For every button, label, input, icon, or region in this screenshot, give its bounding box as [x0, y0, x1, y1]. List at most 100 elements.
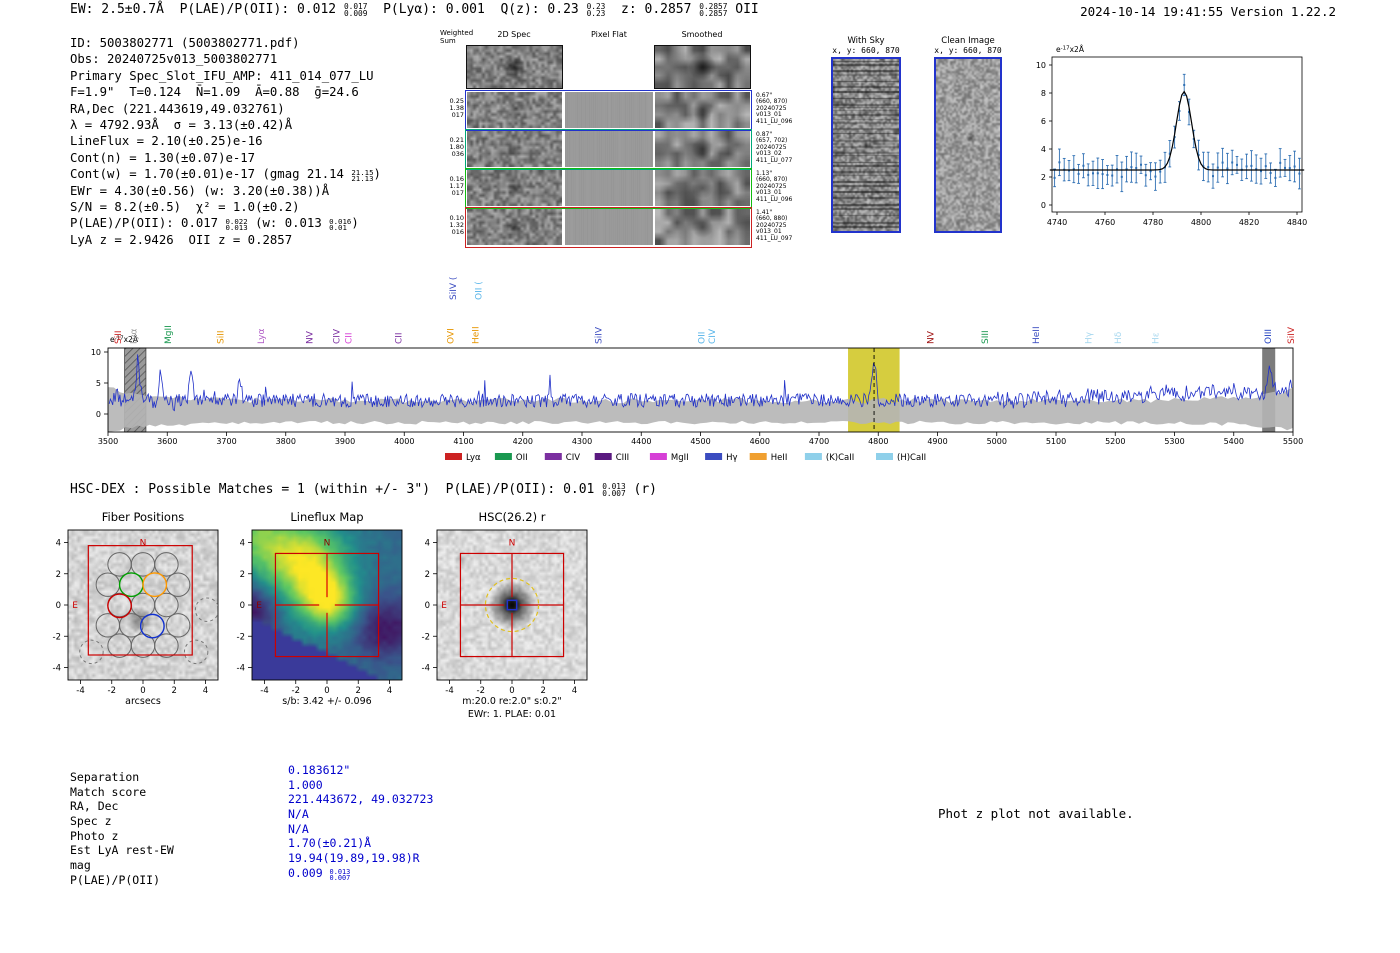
chart-text: -2: [108, 686, 116, 696]
chart-text: 2: [172, 686, 177, 696]
chart-text: CII: [394, 332, 404, 344]
chart-text: NV: [305, 330, 315, 344]
stacked-uncertainty: 0.013 0.007: [602, 482, 626, 498]
hsc-dex-matches-line: HSC-DEX : Possible Matches = 1 (within +…: [70, 482, 657, 498]
spec2d-row-left-labels: 0.16 1.17 017: [449, 175, 464, 197]
spec2d-col-title: 2D Spec: [497, 30, 531, 39]
clean-image-coords: x, y: 660, 870: [934, 46, 1002, 55]
match-row-label: Spec z: [70, 814, 112, 829]
with-sky-image: [831, 57, 901, 233]
chart-text: 5500: [1283, 437, 1303, 446]
spec2d-row-2d: [467, 209, 562, 245]
match-row-label: mag: [70, 858, 91, 873]
chart-text: Lyα: [466, 453, 481, 463]
chart-text: Hγ: [726, 453, 737, 463]
spec2d-col-title: Smoothed: [681, 30, 723, 39]
chart-text: SIII: [981, 330, 991, 344]
text-segment: Cont(n) = 1.30(±0.07)e-17: [70, 150, 256, 165]
text-segment: Obs: 20240725v013_5003802771: [70, 52, 278, 67]
text-segment: 221.443672, 49.032723: [288, 792, 434, 807]
chart-text: 4000: [394, 437, 414, 446]
stacked-uncertainty: 0.23 0.23: [586, 2, 606, 18]
match-row-label: Separation: [70, 770, 140, 784]
info-line: P(LAE)/P(OII): 0.017 0.022 0.013 (w: 0.01…: [70, 215, 381, 231]
chart-text: -4: [53, 664, 61, 674]
stacked-uncertainty: 0.022 0.013: [225, 217, 248, 233]
chart-text: 4600: [750, 437, 770, 446]
chart-text: 2: [56, 570, 61, 580]
info-line: Cont(n) = 1.30(±0.07)e-17: [70, 150, 381, 166]
spec2d-row-smoothed: [655, 209, 750, 245]
text-segment: LyA z = 2.9426 OII z = 0.2857: [70, 232, 293, 247]
chart-text: 4780: [1143, 218, 1163, 227]
text-segment: N/A: [288, 821, 309, 836]
full-spectrum-plot: 0 5 10 3500 3600 3700 3800 3900 4000 4100 4200 4300…: [60, 258, 1350, 470]
match-row-value: 0.009 0.013 0.007: [288, 866, 351, 882]
table-row: P(LAE)/P(OII) 0.009 0.013 0.007: [70, 866, 433, 888]
fiber-positions-panel: Fiber Positions -4 -4 -2 -2 0 0 2 2 4 4 N E arcsecs: [38, 506, 238, 724]
match-row-value: 0.183612": [288, 763, 350, 777]
text-segment: z: 0.2857: [605, 2, 700, 17]
chart-text: -4: [76, 686, 84, 696]
chart-text: E: [256, 601, 262, 611]
hsc-r-cutout-panel: HSC(26.2) r -4 -4 -2 -2 0 0 2 2 4 4 N E m:20.0 re:2…: [407, 506, 607, 724]
chart-text: 0: [240, 601, 245, 611]
chart-text: -2: [422, 632, 430, 642]
chart-text: 5200: [1105, 437, 1125, 446]
chart-text: SiIV: [1287, 326, 1297, 344]
chart-text: SiII: [217, 330, 227, 344]
text-segment: 1.70(±0.21)Å: [288, 836, 372, 851]
chart-text: 4: [425, 539, 430, 549]
text-segment: N/A: [288, 807, 309, 822]
spec2d-row-2d: [467, 92, 562, 128]
stacked-uncertainty: 0.017 0.009: [343, 2, 368, 18]
fiber-positions-overlay: -4 -4 -2 -2 0 0 2 2 4 4 N E: [53, 529, 219, 696]
full-spectrum-chart: 0 5 10 3500 3600 3700 3800 3900 4000 4100 4200 4300…: [91, 277, 1303, 463]
chart-text: HeII: [1032, 326, 1042, 344]
chart-text: N: [140, 539, 147, 549]
chart-text: 4700: [809, 437, 829, 446]
match-row-value: 19.94(19.89,19.98)R: [288, 851, 420, 865]
spec2d-row-pixelflat: [565, 170, 653, 206]
text-segment: 0.183612": [288, 763, 351, 777]
stacked-uncertainty: 0.013 0.007: [329, 867, 351, 882]
chart-text: HeII: [471, 326, 481, 344]
table-row: Separation 0.183612": [70, 763, 433, 785]
chart-text: 3600: [157, 437, 177, 446]
spec2d-row-left-labels: 0.10 1.32 016: [449, 214, 464, 236]
fiber-positions-xlabel: arcsecs: [125, 696, 161, 707]
chart-text: 5400: [1224, 437, 1244, 446]
table-row: Spec z N/A: [70, 807, 433, 829]
hsc-r-overlay: -4 -4 -2 -2 0 0 2 2 4 4 N E: [422, 529, 588, 696]
chart-text: -4: [260, 686, 268, 696]
chart-text: -4: [445, 686, 453, 696]
match-row-label: P(LAE)/P(OII): [70, 872, 161, 887]
chart-text: 2: [425, 570, 430, 580]
chart-text: MgII: [164, 325, 174, 344]
text-segment: ): [351, 216, 359, 231]
chart-text: 3700: [216, 437, 236, 446]
text-segment: S/N = 8.2(±0.5) χ² = 1.0(±0.2): [70, 199, 300, 214]
text-segment: P(Lyα): 0.001 Q(z): 0.23: [367, 2, 587, 17]
chart-text: OII: [698, 332, 708, 344]
with-sky-panel: With Sky x, y: 660, 870: [820, 36, 912, 233]
table-row: Photo z N/A: [70, 822, 433, 844]
text-segment: Primary Spec_Slot_IFU_AMP: 411_014_077_L…: [70, 68, 374, 83]
match-row-value: 1.000: [288, 778, 323, 792]
stacked-uncertainty: 0.016 0.01: [329, 217, 352, 233]
chart-text: 5100: [1046, 437, 1066, 446]
info-line: EWr = 4.30(±0.56) (w: 3.20(±0.38))Å: [70, 183, 381, 199]
text-segment: ): [373, 167, 381, 182]
spec2d-weighted-smoothed: [654, 45, 751, 89]
text-segment: LineFlux = 2.10(±0.25)e-16: [70, 134, 263, 149]
chart-text: 4: [1041, 145, 1046, 154]
chart-text: OIII: [1264, 329, 1274, 344]
match-row-label: Match score: [70, 784, 147, 799]
spec2d-row-right-labels: 1.41" (660, 880) 20240725 v013_01 411_LU_097: [756, 209, 793, 242]
spec2d-row-smoothed: [655, 92, 750, 128]
chart-text: 4760: [1095, 218, 1115, 227]
chart-text: E: [72, 601, 78, 611]
spec2d-panel-group: 2D Spec Pixel Flat Smoothed Weighted Sum 0.25…: [440, 29, 870, 262]
chart-text: -2: [237, 632, 245, 642]
text-segment: (w: 0.013: [247, 216, 330, 231]
